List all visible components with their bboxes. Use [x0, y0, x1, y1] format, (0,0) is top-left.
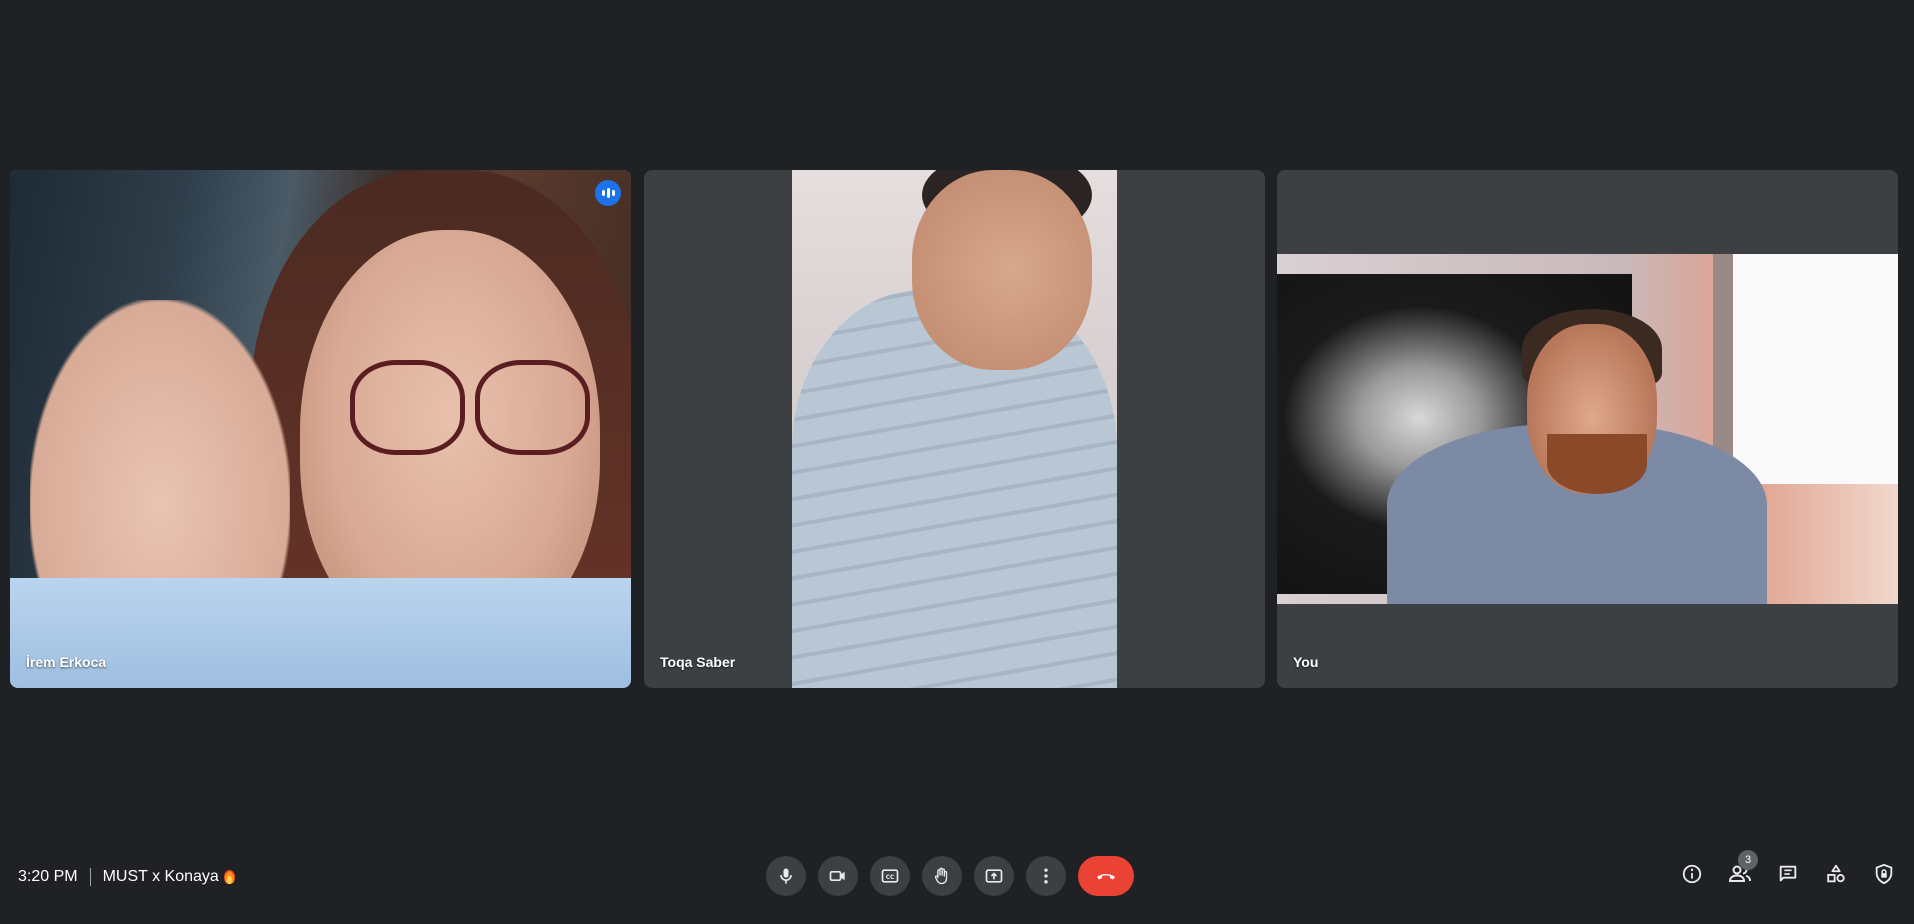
meeting-info-button[interactable]	[1680, 862, 1704, 886]
fire-emoji-icon	[223, 870, 235, 884]
microphone-icon	[780, 868, 792, 884]
activities-button[interactable]	[1824, 862, 1848, 886]
host-controls-icon	[1875, 863, 1893, 885]
end-call-button[interactable]	[1078, 856, 1134, 896]
bottom-toolbar: 3:20 PM MUST x Konaya CC 3	[0, 836, 1914, 924]
participant-tile-2[interactable]: Toqa Saber	[644, 170, 1265, 688]
divider	[89, 868, 91, 886]
participant-video-2	[792, 170, 1117, 688]
chat-button[interactable]	[1776, 862, 1800, 886]
meeting-details: 3:20 PM MUST x Konaya	[18, 868, 235, 886]
chat-icon	[1779, 865, 1797, 882]
microphone-button[interactable]	[766, 856, 806, 896]
participant-tile-1[interactable]: İrem Erkoca	[10, 170, 631, 688]
captions-button[interactable]: CC	[870, 856, 910, 896]
participant-tile-self[interactable]: You	[1277, 170, 1898, 688]
people-count-badge: 3	[1738, 850, 1758, 870]
more-options-button[interactable]	[1026, 856, 1066, 896]
camera-icon	[829, 871, 845, 881]
info-icon	[1682, 864, 1702, 884]
people-button[interactable]: 3	[1728, 850, 1758, 886]
participant-name: Toqa Saber	[660, 654, 736, 670]
captions-icon: CC	[881, 869, 899, 883]
meeting-title: MUST x Konaya	[102, 868, 219, 885]
svg-text:CC: CC	[886, 875, 895, 881]
present-screen-icon	[985, 869, 1003, 883]
meeting-time: 3:20 PM	[18, 868, 78, 885]
present-screen-button[interactable]	[974, 856, 1014, 896]
self-video	[1277, 254, 1898, 604]
more-options-icon	[1044, 868, 1048, 884]
speaking-indicator-icon	[595, 180, 621, 206]
participant-name: You	[1293, 654, 1319, 670]
end-call-icon	[1097, 874, 1115, 880]
host-controls-button[interactable]	[1872, 862, 1896, 886]
participant-video-1	[10, 170, 631, 688]
activities-icon	[1827, 864, 1845, 883]
camera-button[interactable]	[818, 856, 858, 896]
raise-hand-button[interactable]	[922, 856, 962, 896]
call-controls: CC	[766, 856, 1134, 896]
raise-hand-icon	[934, 867, 948, 885]
participant-name: İrem Erkoca	[26, 654, 107, 670]
side-panel-controls: 3	[1680, 850, 1896, 886]
